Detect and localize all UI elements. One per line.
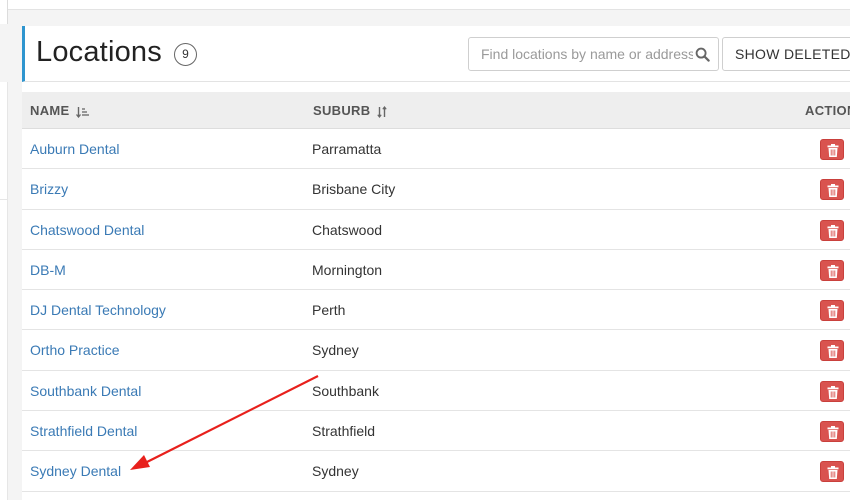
delete-button[interactable]: [820, 259, 844, 281]
count-badge: 9: [174, 43, 197, 66]
locations-card: Locations 9 SHOW DELETED NAME SUBURB: [22, 26, 850, 500]
page-header: Locations 9 SHOW DELETED: [22, 26, 850, 82]
location-suburb: Sydney: [312, 463, 359, 480]
delete-button[interactable]: [820, 139, 844, 160]
table-row: Strathfield Dental Strathfield: [22, 411, 850, 452]
location-name-link[interactable]: Brizzy: [30, 169, 68, 209]
location-suburb: Chatswood: [312, 221, 383, 238]
location-suburb: Perth: [312, 302, 346, 319]
location-name-link[interactable]: Strathfield Dental: [30, 411, 137, 451]
location-suburb: Brisbane City: [312, 181, 396, 198]
location-suburb: Parramatta: [312, 141, 382, 157]
table-row: Brizzy Brisbane City: [22, 169, 850, 210]
top-bar: [0, 0, 850, 10]
location-name-link[interactable]: Southbank Dental: [30, 371, 141, 411]
trash-icon: [827, 385, 839, 399]
delete-button[interactable]: [820, 219, 844, 241]
table-row: Chatswood Dental Chatswood: [22, 209, 850, 250]
top-left-tab: [0, 0, 8, 24]
delete-button[interactable]: [820, 380, 844, 402]
trash-icon: [827, 264, 839, 278]
trash-icon: [827, 224, 839, 238]
location-suburb: Strathfield: [312, 423, 376, 440]
delete-button[interactable]: [820, 340, 844, 362]
delete-button[interactable]: [820, 461, 844, 483]
trash-icon: [827, 426, 839, 440]
search-icon[interactable]: [695, 47, 710, 62]
location-name-link[interactable]: DJ Dental Technology: [30, 290, 166, 330]
show-deleted-button[interactable]: SHOW DELETED: [722, 37, 850, 71]
search-box: [468, 37, 719, 71]
table-row: Ortho Practice Sydney: [22, 330, 850, 371]
table-row: Auburn Dental Parramatta: [22, 129, 850, 170]
trash-icon: [827, 466, 839, 480]
location-suburb: Sydney: [312, 342, 359, 359]
table-body: Auburn Dental Parramatta Brizzy Brisbane Ci…: [22, 129, 850, 492]
delete-button[interactable]: [820, 300, 844, 322]
column-header-suburb-label: SUBURB: [313, 103, 371, 118]
column-header-name[interactable]: NAME: [30, 92, 90, 129]
table-row: Southbank Dental Southbank: [22, 370, 850, 412]
delete-button[interactable]: [820, 421, 844, 443]
location-suburb: Mornington: [312, 261, 383, 278]
location-name-link[interactable]: Chatswood Dental: [30, 210, 144, 250]
location-name-link[interactable]: Sydney Dental: [30, 451, 121, 491]
column-header-action: ACTION: [805, 103, 850, 118]
location-name-link[interactable]: Ortho Practice: [30, 330, 119, 370]
trash-icon: [827, 144, 839, 157]
column-header-name-label: NAME: [30, 103, 70, 118]
table-header: NAME SUBURB ACTION: [22, 92, 850, 129]
trash-icon: [827, 184, 839, 198]
sort-ascending-icon[interactable]: [76, 106, 90, 118]
sort-both-icon[interactable]: [377, 105, 388, 118]
column-header-suburb[interactable]: SUBURB: [313, 92, 388, 129]
delete-button[interactable]: [820, 179, 844, 201]
location-suburb: Southbank: [312, 382, 379, 399]
trash-icon: [827, 345, 839, 359]
page-title: Locations: [36, 36, 162, 68]
trash-icon: [827, 305, 839, 319]
table-row: DJ Dental Technology Perth: [22, 290, 850, 331]
table-row: DB-M Mornington: [22, 249, 850, 291]
search-input[interactable]: [469, 38, 693, 70]
left-side-panel: [0, 82, 8, 500]
location-name-link[interactable]: DB-M: [30, 250, 66, 290]
table-row: Sydney Dental Sydney: [22, 451, 850, 492]
location-name-link[interactable]: Auburn Dental: [30, 129, 120, 169]
